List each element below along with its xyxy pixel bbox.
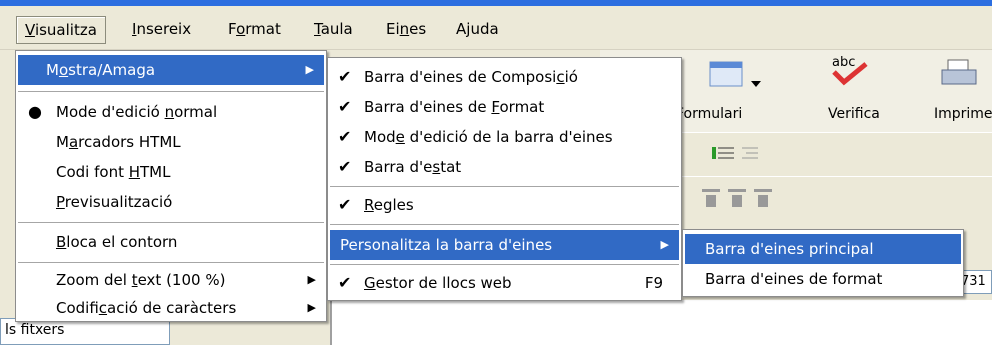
menu-item-barra-principal[interactable]: Barra d'eines principal [685, 234, 961, 264]
svg-text:abc: abc [832, 55, 855, 70]
form-icon [709, 61, 743, 87]
menu-item-previsualitzacio[interactable]: Previsualització [16, 187, 326, 217]
menu-separator [330, 186, 679, 187]
menu-item-codificacio[interactable]: Codificació de caràcters ▶ [16, 293, 326, 323]
radio-bullet-icon: ● [28, 102, 42, 121]
imprimeix-button[interactable]: Imprime [934, 106, 992, 122]
document-pane[interactable] [330, 300, 992, 345]
dropdown-arrow-icon[interactable] [750, 80, 762, 88]
print-icon [941, 59, 977, 85]
menu-item-zoom-text[interactable]: Zoom del text (100 %) ▶ [16, 265, 326, 295]
menu-visualitza[interactable]: Visualitza [16, 16, 106, 44]
checkmark-icon: ✔ [338, 127, 352, 146]
menu-bar: Visualitza Insereix Format Taula Eines A… [0, 6, 992, 50]
menu-item-bloca-contorn[interactable]: Bloca el contorn [16, 227, 326, 257]
formulari-button[interactable]: Formulari [676, 106, 742, 122]
align-toolbar [680, 176, 992, 220]
submenu-arrow-icon: ▶ [307, 301, 316, 314]
checkmark-icon: ✔ [338, 273, 352, 292]
verifica-button[interactable]: Verifica [828, 106, 880, 122]
visualitza-menu: Mostra/Amaga ▶ ● Mode d'edició normal Ma… [15, 50, 327, 322]
menu-item-codi-font[interactable]: Codi font HTML [16, 157, 326, 187]
menu-taula[interactable]: Taula [306, 16, 361, 42]
menu-format[interactable]: Format [220, 16, 289, 42]
menu-separator [18, 262, 324, 263]
menu-separator [18, 91, 324, 92]
menu-item-barra-de-format[interactable]: Barra d'eines de format [683, 264, 963, 294]
shortcut-key: F9 [644, 274, 663, 292]
menu-item-regles[interactable]: ✔ Regles [328, 190, 681, 220]
checkmark-icon: ✔ [338, 195, 352, 214]
submenu-arrow-icon: ▶ [307, 273, 316, 286]
menu-item-barra-composicio[interactable]: ✔ Barra d'eines de Composició [328, 62, 681, 92]
menu-item-mode-normal[interactable]: ● Mode d'edició normal [16, 97, 326, 127]
menu-separator [330, 224, 679, 225]
menu-item-barra-estat[interactable]: ✔ Barra d'estat [328, 152, 681, 182]
menu-item-personalitza-barra[interactable]: Personalitza la barra d'eines ▶ [330, 230, 679, 260]
menu-item-marcadors[interactable]: Marcadors HTML [16, 127, 326, 157]
spellcheck-icon: abc [832, 55, 868, 86]
menu-item-barra-format[interactable]: ✔ Barra d'eines de Format [328, 92, 681, 122]
menu-insereix[interactable]: Insereix [124, 16, 199, 42]
menu-item-gestor-llocs-web[interactable]: ✔ Gestor de llocs web F9 [328, 268, 681, 298]
submenu-arrow-icon: ▶ [660, 238, 669, 251]
menu-ajuda[interactable]: Ajuda [448, 16, 507, 42]
indent-icons[interactable] [710, 143, 770, 165]
menu-separator [18, 222, 324, 223]
submenu-arrow-icon: ▶ [305, 63, 314, 76]
menu-item-mostra-amaga[interactable]: Mostra/Amaga ▶ [18, 55, 324, 85]
personalitza-submenu: Barra d'eines principal Barra d'eines de… [682, 229, 964, 297]
checkmark-icon: ✔ [338, 157, 352, 176]
checkmark-icon: ✔ [338, 97, 352, 116]
checkmark-icon: ✔ [338, 67, 352, 86]
format-toolbar [680, 132, 992, 176]
vertical-align-icons[interactable] [698, 185, 788, 211]
menu-item-mode-edicio-barra[interactable]: ✔ Mode d'edició de la barra d'eines [328, 122, 681, 152]
menu-eines[interactable]: Eines [378, 16, 434, 42]
mostra-amaga-submenu: ✔ Barra d'eines de Composició ✔ Barra d'… [327, 57, 682, 301]
menu-separator [330, 264, 679, 265]
